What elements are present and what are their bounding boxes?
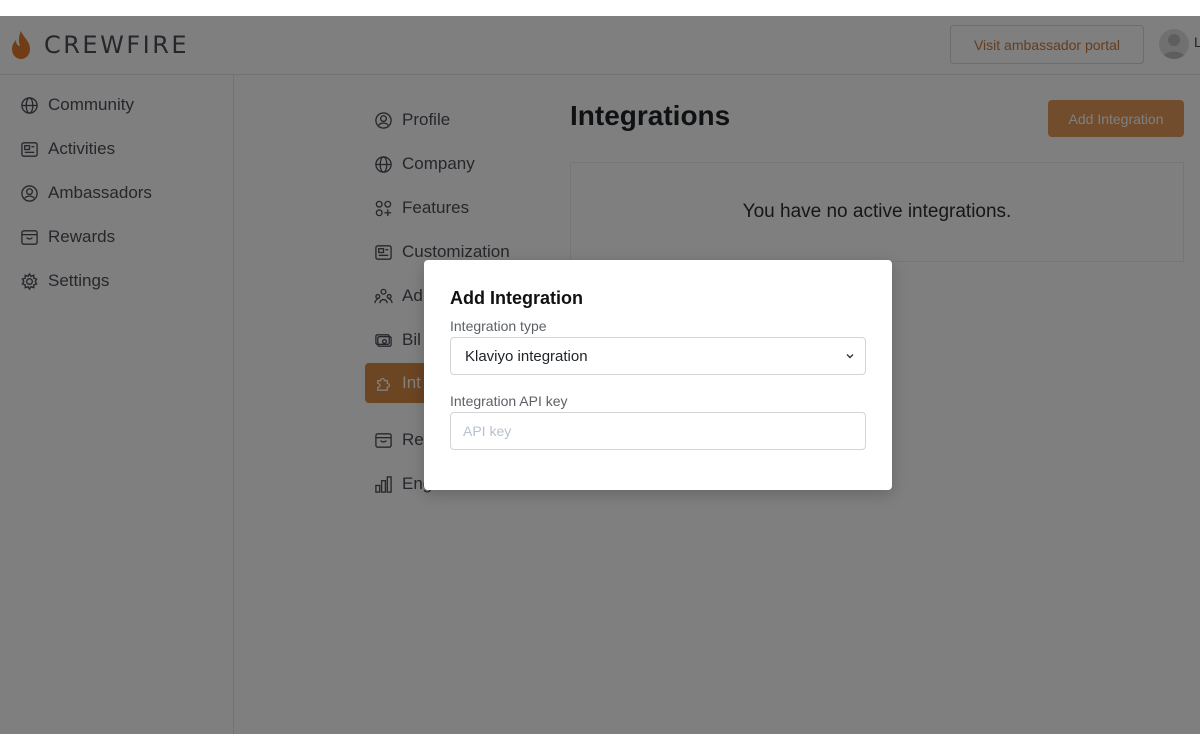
modal-title: Add Integration <box>450 288 583 308</box>
integration-type-label: Integration type <box>450 318 547 334</box>
integration-type-value: Klaviyo integration <box>465 347 588 365</box>
integration-type-select[interactable]: Klaviyo integration <box>450 337 866 375</box>
add-integration-modal: Add Integration Integration type Klaviyo… <box>424 260 892 490</box>
api-key-input[interactable] <box>450 412 866 450</box>
chevron-down-icon <box>846 354 854 359</box>
api-key-label: Integration API key <box>450 393 568 409</box>
